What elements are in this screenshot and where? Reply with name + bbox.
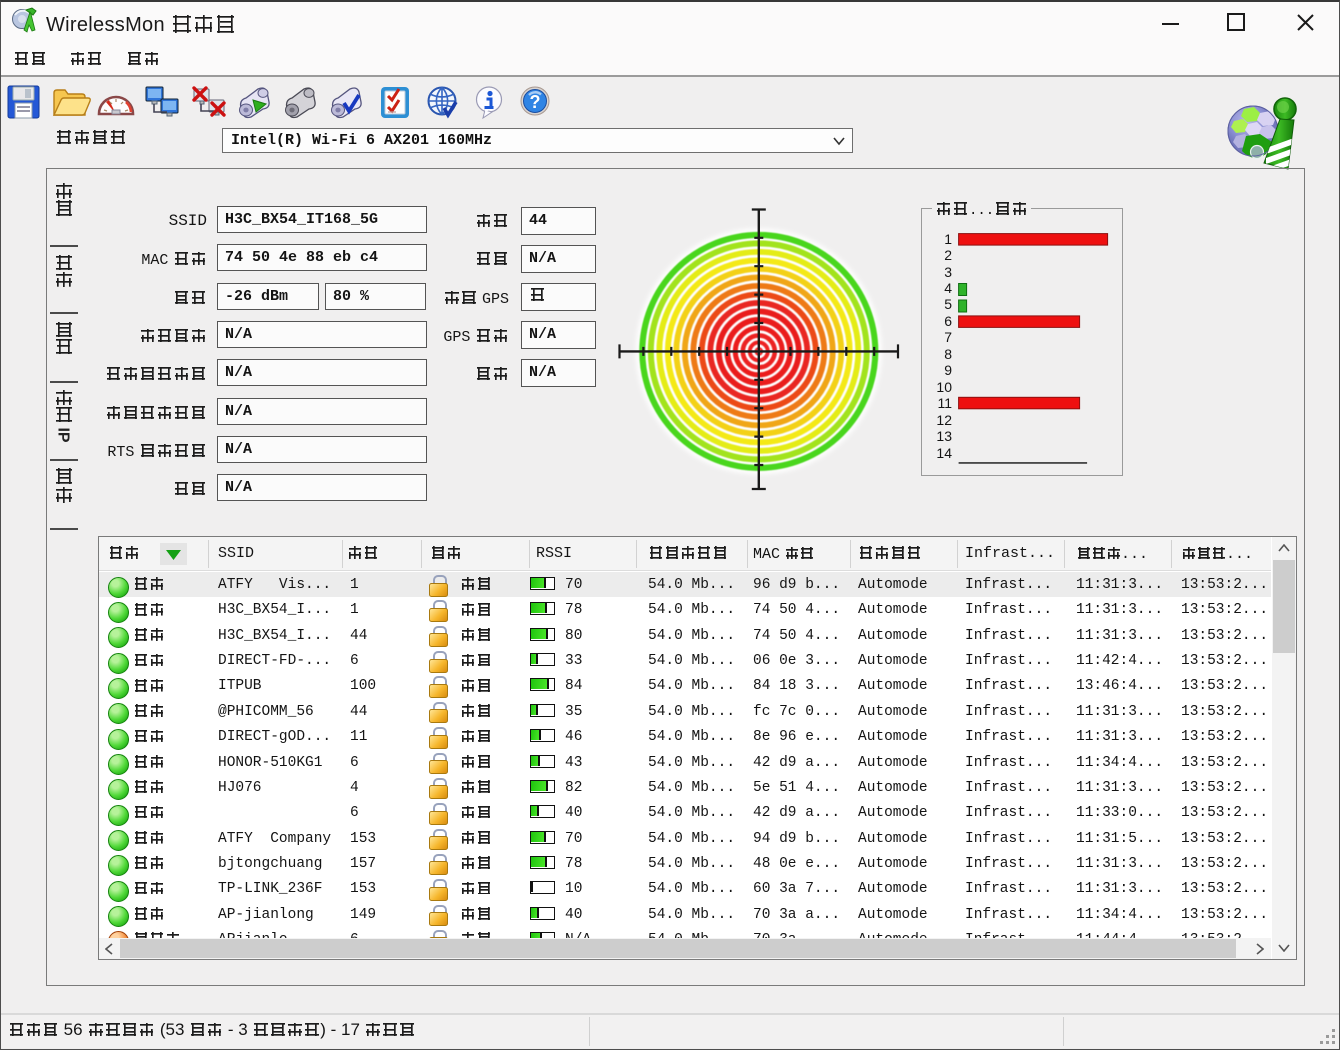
svg-text:?: ?: [530, 92, 541, 112]
